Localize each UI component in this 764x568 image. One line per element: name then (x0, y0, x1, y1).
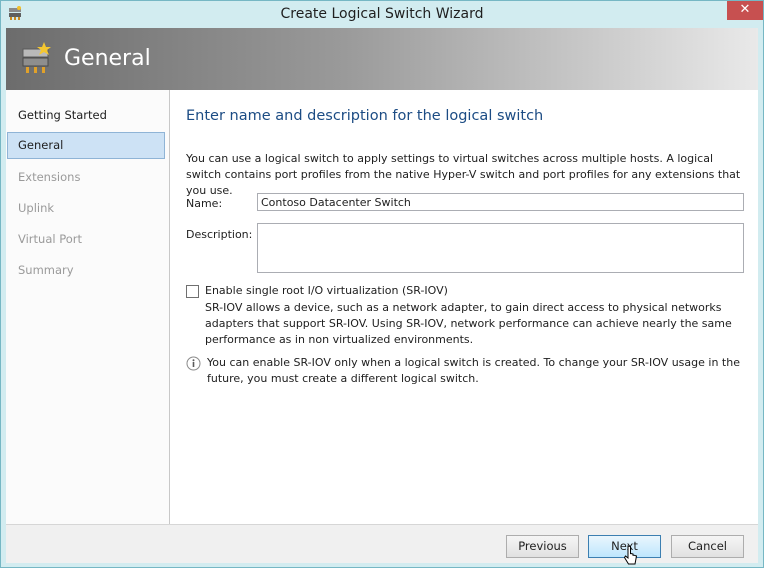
sriov-checkbox-label[interactable]: Enable single root I/O virtualization (S… (205, 284, 448, 297)
page-title: General (64, 46, 151, 71)
wizard-footer: Previous Next Cancel (6, 524, 758, 563)
logical-switch-header-icon (22, 42, 51, 73)
wizard-steps-nav: Getting Started General Extensions Uplin… (6, 90, 170, 524)
info-icon (186, 356, 201, 371)
nav-item-getting-started[interactable]: Getting Started (7, 102, 165, 129)
section-description: You can use a logical switch to apply se… (186, 152, 741, 197)
name-label: Name: (186, 197, 223, 210)
window-title: Create Logical Switch Wizard (280, 6, 484, 22)
name-field[interactable] (257, 193, 744, 211)
nav-item-uplink: Uplink (18, 201, 55, 215)
mouse-pointer-icon (624, 545, 638, 565)
nav-item-summary: Summary (18, 263, 74, 277)
previous-button[interactable]: Previous (506, 535, 579, 558)
sriov-info-note: You can enable SR-IOV only when a logica… (207, 356, 740, 385)
close-button[interactable]: ✕ (727, 1, 763, 20)
description-field[interactable] (257, 223, 744, 273)
cancel-button[interactable]: Cancel (671, 535, 744, 558)
title-bar: Create Logical Switch Wizard ✕ (1, 1, 763, 27)
wizard-window: Create Logical Switch Wizard ✕ General G… (0, 0, 764, 568)
section-heading: Enter name and description for the logic… (186, 108, 544, 124)
nav-item-virtual-port: Virtual Port (18, 232, 83, 246)
nav-item-general[interactable]: General (7, 132, 165, 159)
nav-item-extensions: Extensions (18, 170, 81, 184)
wizard-body: Getting Started General Extensions Uplin… (6, 90, 758, 524)
sriov-help-text: SR-IOV allows a device, such as a networ… (205, 301, 732, 346)
main-panel: Enter name and description for the logic… (170, 90, 758, 524)
sriov-checkbox[interactable] (186, 285, 199, 298)
wizard-header: General (6, 28, 758, 90)
description-label: Description: (186, 228, 253, 241)
